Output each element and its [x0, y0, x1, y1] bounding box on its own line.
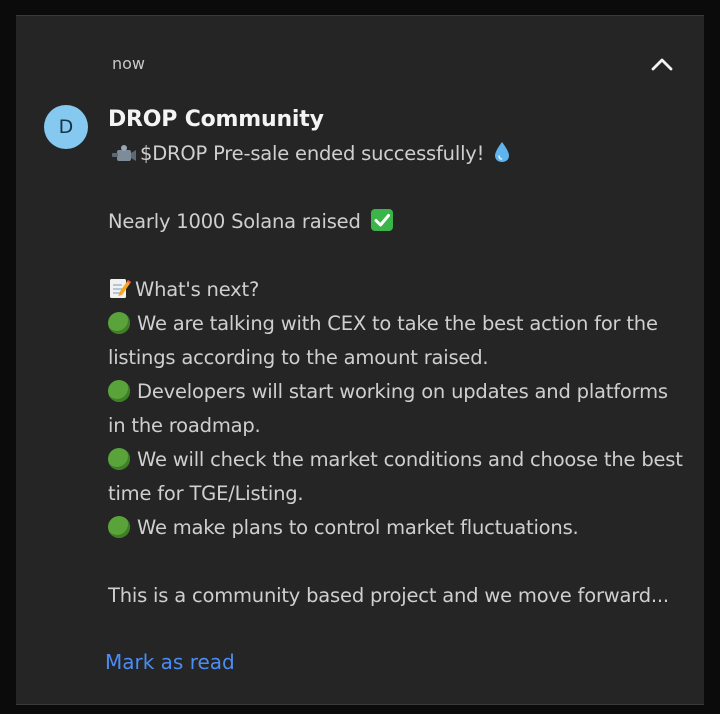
- mark-as-read-button[interactable]: Mark as read: [105, 650, 235, 674]
- collapse-button[interactable]: [644, 46, 680, 82]
- bullet-text-4: We make plans to control market fluctuat…: [137, 516, 579, 539]
- message-body: $DROP Pre-sale ended successfully! Nearl…: [108, 137, 686, 613]
- raised-text: Nearly 1000 Solana raised: [108, 210, 361, 233]
- message-line-community: This is a community based project and we…: [108, 584, 669, 607]
- chevron-up-icon: [651, 58, 673, 71]
- message-line-next: What's next?: [108, 273, 686, 307]
- green-circle-icon: [108, 312, 130, 334]
- next-text: What's next?: [135, 278, 260, 301]
- green-circle-icon: [108, 516, 130, 538]
- message-line-raised: Nearly 1000 Solana raised: [108, 205, 686, 239]
- bullet-item-1: We are talking with CEX to take the best…: [108, 307, 686, 375]
- notification-time: now: [112, 54, 146, 73]
- check-mark-button-icon: [370, 209, 393, 231]
- bullet-item-2: Developers will start working on updates…: [108, 375, 686, 443]
- bullet-text-1: We are talking with CEX to take the best…: [108, 312, 658, 369]
- video-camera-icon: [112, 145, 136, 161]
- bullet-text-3: We will check the market conditions and …: [108, 448, 683, 505]
- green-circle-icon: [108, 380, 130, 402]
- bullet-item-3: We will check the market conditions and …: [108, 443, 686, 511]
- bullet-item-4: We make plans to control market fluctuat…: [108, 511, 686, 545]
- notification-card[interactable]: now D DROP Community $DROP Pre-sale ende…: [16, 15, 704, 705]
- screen: now D DROP Community $DROP Pre-sale ende…: [0, 0, 720, 714]
- sender-name: DROP Community: [108, 107, 324, 132]
- memo-icon: [110, 279, 131, 298]
- message-line-presale: $DROP Pre-sale ended successfully!: [108, 137, 686, 171]
- bullet-text-2: Developers will start working on updates…: [108, 380, 668, 437]
- green-circle-icon: [108, 448, 130, 470]
- presale-text: $DROP Pre-sale ended successfully!: [140, 142, 485, 165]
- droplet-icon: [495, 142, 510, 162]
- avatar: D: [44, 105, 88, 149]
